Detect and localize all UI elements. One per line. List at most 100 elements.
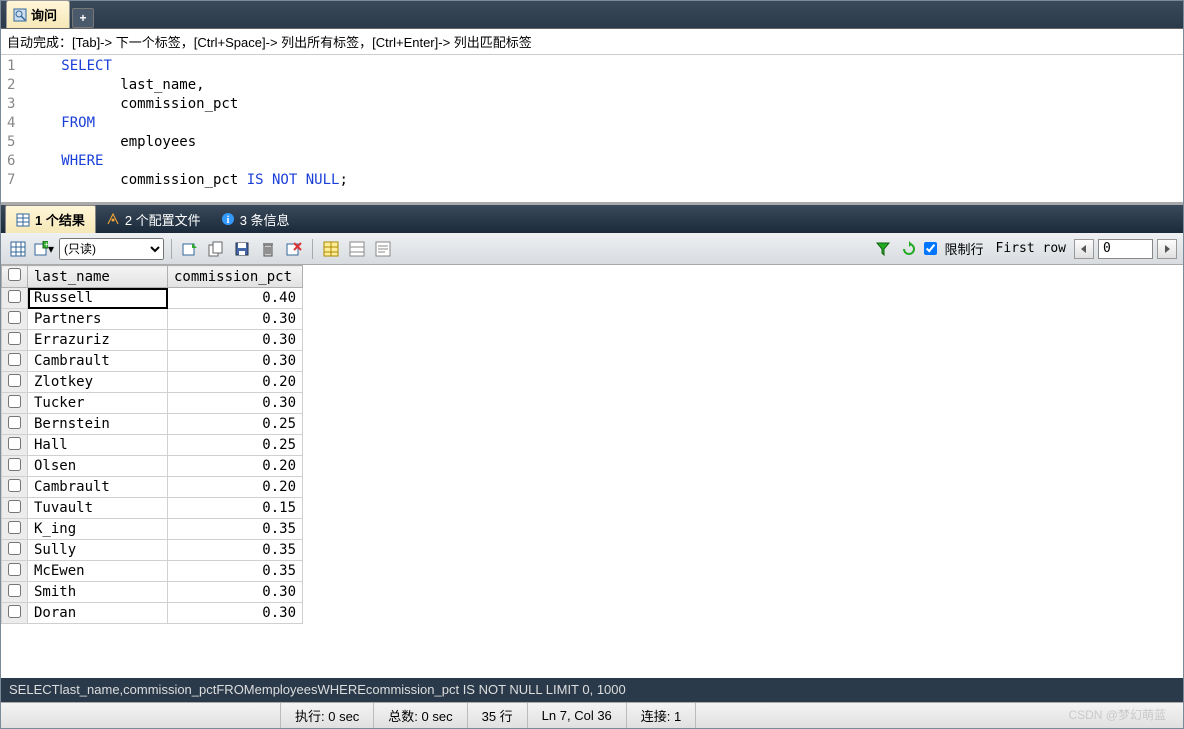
cell-commission-pct[interactable]: 0.30 bbox=[168, 330, 303, 351]
save-button[interactable] bbox=[231, 238, 253, 260]
cell-commission-pct[interactable]: 0.35 bbox=[168, 561, 303, 582]
row-checkbox-cell[interactable] bbox=[2, 372, 28, 393]
row-checkbox-cell[interactable] bbox=[2, 435, 28, 456]
status-exec-time: 执行: 0 sec bbox=[281, 703, 374, 728]
tab-results[interactable]: 1 个结果 bbox=[5, 205, 96, 233]
view-form-button[interactable] bbox=[346, 238, 368, 260]
row-checkbox-cell[interactable] bbox=[2, 498, 28, 519]
cell-commission-pct[interactable]: 0.30 bbox=[168, 351, 303, 372]
table-row[interactable]: Tuvault0.15 bbox=[2, 498, 303, 519]
table-row[interactable]: Cambrault0.30 bbox=[2, 351, 303, 372]
refresh-button[interactable] bbox=[898, 238, 920, 260]
row-checkbox-cell[interactable] bbox=[2, 330, 28, 351]
cell-last-name[interactable]: McEwen bbox=[28, 561, 168, 582]
cell-commission-pct[interactable]: 0.30 bbox=[168, 603, 303, 624]
export-button[interactable] bbox=[179, 238, 201, 260]
table-row[interactable]: Bernstein0.25 bbox=[2, 414, 303, 435]
row-checkbox-cell[interactable] bbox=[2, 582, 28, 603]
cell-commission-pct[interactable]: 0.30 bbox=[168, 582, 303, 603]
cell-last-name[interactable]: Partners bbox=[28, 309, 168, 330]
cell-last-name[interactable]: Hall bbox=[28, 435, 168, 456]
prev-page-button[interactable] bbox=[1074, 239, 1094, 259]
separator bbox=[171, 239, 172, 259]
table-row[interactable]: Hall0.25 bbox=[2, 435, 303, 456]
row-checkbox-cell[interactable] bbox=[2, 351, 28, 372]
cell-last-name[interactable]: K_ing bbox=[28, 519, 168, 540]
table-row[interactable]: Doran0.30 bbox=[2, 603, 303, 624]
cell-commission-pct[interactable]: 0.30 bbox=[168, 393, 303, 414]
table-row[interactable]: Russell0.40 bbox=[2, 288, 303, 309]
limit-rows-checkbox[interactable] bbox=[924, 242, 937, 255]
cell-last-name[interactable]: Bernstein bbox=[28, 414, 168, 435]
svg-text:+: + bbox=[44, 241, 48, 249]
table-row[interactable]: McEwen0.35 bbox=[2, 561, 303, 582]
cell-last-name[interactable]: Doran bbox=[28, 603, 168, 624]
result-grid-wrap[interactable]: last_name commission_pct Russell0.40Part… bbox=[1, 265, 1183, 678]
cell-last-name[interactable]: Cambrault bbox=[28, 351, 168, 372]
cell-commission-pct[interactable]: 0.25 bbox=[168, 414, 303, 435]
view-grid-button[interactable] bbox=[320, 238, 342, 260]
cell-commission-pct[interactable]: 0.40 bbox=[168, 288, 303, 309]
row-checkbox-cell[interactable] bbox=[2, 288, 28, 309]
copy-button[interactable] bbox=[205, 238, 227, 260]
executed-query-bar: SELECTlast_name,commission_pctFROMemploy… bbox=[1, 678, 1183, 702]
insert-button[interactable]: +▾ bbox=[33, 238, 55, 260]
row-checkbox-cell[interactable] bbox=[2, 414, 28, 435]
cell-last-name[interactable]: Tuvault bbox=[28, 498, 168, 519]
cell-commission-pct[interactable]: 0.35 bbox=[168, 519, 303, 540]
cell-commission-pct[interactable]: 0.20 bbox=[168, 477, 303, 498]
cell-commission-pct[interactable]: 0.25 bbox=[168, 435, 303, 456]
row-checkbox-cell[interactable] bbox=[2, 519, 28, 540]
result-grid[interactable]: last_name commission_pct Russell0.40Part… bbox=[1, 265, 303, 624]
show-all-button[interactable] bbox=[7, 238, 29, 260]
table-row[interactable]: Smith0.30 bbox=[2, 582, 303, 603]
delete-button[interactable] bbox=[257, 238, 279, 260]
cell-last-name[interactable]: Smith bbox=[28, 582, 168, 603]
table-row[interactable]: Tucker0.30 bbox=[2, 393, 303, 414]
view-text-button[interactable] bbox=[372, 238, 394, 260]
filter-button[interactable] bbox=[872, 238, 894, 260]
limit-rows-label: 限制行 bbox=[945, 239, 984, 258]
header-checkbox[interactable] bbox=[2, 266, 28, 288]
tab-results-label: 1 个结果 bbox=[35, 210, 85, 229]
table-row[interactable]: Sully0.35 bbox=[2, 540, 303, 561]
cell-last-name[interactable]: Russell bbox=[28, 288, 168, 309]
row-checkbox-cell[interactable] bbox=[2, 456, 28, 477]
row-checkbox-cell[interactable] bbox=[2, 477, 28, 498]
cell-last-name[interactable]: Cambrault bbox=[28, 477, 168, 498]
row-checkbox-cell[interactable] bbox=[2, 561, 28, 582]
status-total-time: 总数: 0 sec bbox=[374, 703, 467, 728]
tab-messages[interactable]: i 3 条信息 bbox=[211, 206, 300, 233]
column-header-last-name[interactable]: last_name bbox=[28, 266, 168, 288]
cell-commission-pct[interactable]: 0.15 bbox=[168, 498, 303, 519]
cell-last-name[interactable]: Tucker bbox=[28, 393, 168, 414]
next-page-button[interactable] bbox=[1157, 239, 1177, 259]
table-row[interactable]: Errazuriz0.30 bbox=[2, 330, 303, 351]
cell-last-name[interactable]: Zlotkey bbox=[28, 372, 168, 393]
table-row[interactable]: Zlotkey0.20 bbox=[2, 372, 303, 393]
cell-last-name[interactable]: Sully bbox=[28, 540, 168, 561]
row-checkbox-cell[interactable] bbox=[2, 540, 28, 561]
cell-commission-pct[interactable]: 0.20 bbox=[168, 456, 303, 477]
column-header-commission-pct[interactable]: commission_pct bbox=[168, 266, 303, 288]
cancel-button[interactable] bbox=[283, 238, 305, 260]
cell-commission-pct[interactable]: 0.35 bbox=[168, 540, 303, 561]
code-area[interactable]: SELECT last_name, commission_pct FROM em… bbox=[36, 55, 1183, 202]
cell-commission-pct[interactable]: 0.20 bbox=[168, 372, 303, 393]
table-row[interactable]: Cambrault0.20 bbox=[2, 477, 303, 498]
query-tab[interactable]: 询问 bbox=[6, 0, 70, 28]
add-tab-button[interactable]: + bbox=[72, 8, 94, 28]
table-row[interactable]: Partners0.30 bbox=[2, 309, 303, 330]
first-row-input[interactable] bbox=[1098, 239, 1153, 259]
cell-last-name[interactable]: Olsen bbox=[28, 456, 168, 477]
sql-editor[interactable]: 1234567 SELECT last_name, commission_pct… bbox=[1, 55, 1183, 205]
row-checkbox-cell[interactable] bbox=[2, 309, 28, 330]
cell-commission-pct[interactable]: 0.30 bbox=[168, 309, 303, 330]
row-checkbox-cell[interactable] bbox=[2, 393, 28, 414]
edit-mode-select[interactable]: (只读) bbox=[59, 238, 164, 260]
table-row[interactable]: Olsen0.20 bbox=[2, 456, 303, 477]
row-checkbox-cell[interactable] bbox=[2, 603, 28, 624]
table-row[interactable]: K_ing0.35 bbox=[2, 519, 303, 540]
cell-last-name[interactable]: Errazuriz bbox=[28, 330, 168, 351]
tab-profiles[interactable]: 2 个配置文件 bbox=[96, 206, 211, 233]
